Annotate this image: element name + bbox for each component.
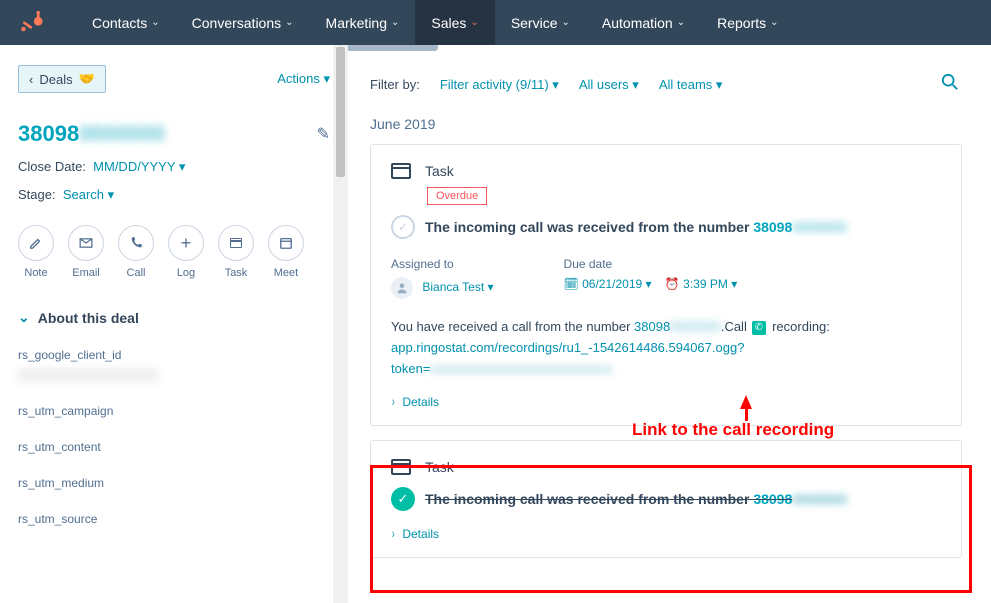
overdue-badge: Overdue — [427, 187, 487, 205]
field-utm-medium: rs_utm_medium — [18, 476, 330, 490]
task-type-label: Task — [425, 459, 454, 475]
task-card-overdue: Task Overdue ✓ The incoming call was rec… — [370, 144, 962, 426]
decorative-bar — [348, 45, 438, 51]
chevron-down-icon: ⌄ — [18, 309, 30, 326]
field-utm-campaign: rs_utm_campaign — [18, 404, 330, 418]
call-badge-icon — [752, 321, 766, 335]
due-date-dropdown[interactable]: 06/21/2019 ▾ — [582, 277, 651, 291]
task-type-icon — [391, 459, 411, 475]
task-title[interactable]: The incoming call was received from the … — [425, 219, 847, 235]
details-toggle[interactable]: › Details — [391, 393, 941, 409]
recording-link[interactable]: app.ringostat.com/recordings/ru1_-154261… — [391, 340, 744, 355]
meet-button[interactable] — [268, 225, 304, 261]
nav-automation[interactable]: Automation⌄ — [586, 0, 701, 45]
log-label: Log — [177, 267, 195, 279]
email-button[interactable] — [68, 225, 104, 261]
handshake-icon: 🤝 — [79, 71, 95, 87]
stage-row: Stage: Search ▾ — [18, 187, 330, 203]
task-body: You have received a call from the number… — [391, 317, 941, 379]
due-date-block: Due date 🗓 06/21/2019 ▾ ⏰ 3:39 PM ▾ — [564, 257, 738, 299]
task-button[interactable] — [218, 225, 254, 261]
clock-icon: ⏰ — [665, 277, 680, 291]
search-icon[interactable] — [941, 73, 959, 96]
left-scrollbar[interactable] — [333, 45, 348, 603]
email-label: Email — [72, 267, 100, 279]
stage-dropdown[interactable]: Search ▾ — [63, 187, 114, 202]
filter-teams-dropdown[interactable]: All teams ▾ — [659, 77, 723, 93]
assigned-to-block: Assigned to Bianca Test ▾ — [391, 257, 494, 299]
left-panel: ‹ Deals 🤝 Actions ▾ 380980000000 ✎ Close… — [0, 45, 348, 603]
nav-service[interactable]: Service⌄ — [495, 0, 586, 45]
log-button[interactable]: + — [168, 225, 204, 261]
chevron-left-icon: ‹ — [29, 72, 33, 87]
call-button[interactable] — [118, 225, 154, 261]
nav-sales[interactable]: Sales⌄ — [415, 0, 494, 45]
filter-by-label: Filter by: — [370, 77, 420, 92]
call-label: Call — [127, 267, 146, 279]
avatar-icon — [391, 277, 413, 299]
month-heading: June 2019 — [370, 116, 989, 132]
assigned-to-dropdown[interactable]: Bianca Test ▾ — [422, 280, 493, 294]
filter-activity-dropdown[interactable]: Filter activity (9/11) ▾ — [440, 77, 559, 93]
filter-users-dropdown[interactable]: All users ▾ — [579, 77, 639, 93]
hubspot-logo — [20, 10, 46, 36]
due-time-dropdown[interactable]: 3:39 PM ▾ — [683, 277, 737, 291]
nav-conversations[interactable]: Conversations⌄ — [176, 0, 310, 45]
task-title-completed[interactable]: The incoming call was received from the … — [425, 491, 847, 507]
task-card-completed: Task ✓ The incoming call was received fr… — [370, 440, 962, 558]
close-date-dropdown[interactable]: MM/DD/YYYY ▾ — [93, 159, 185, 174]
top-nav: Contacts⌄ Conversations⌄ Marketing⌄ Sale… — [0, 0, 991, 45]
actions-dropdown[interactable]: Actions ▾ — [277, 71, 330, 87]
task-checkbox-done[interactable]: ✓ — [391, 487, 415, 511]
note-button[interactable] — [18, 225, 54, 261]
task-checkbox-open[interactable]: ✓ — [391, 215, 415, 239]
edit-pencil-icon[interactable]: ✎ — [317, 124, 330, 144]
main-panel: Filter by: Filter activity (9/11) ▾ All … — [348, 45, 991, 603]
task-label: Task — [225, 267, 248, 279]
about-deal-header[interactable]: ⌄ About this deal — [18, 309, 330, 326]
close-date-row: Close Date: MM/DD/YYYY ▾ — [18, 159, 330, 175]
field-google-client-id: rs_google_client_id — [18, 348, 330, 382]
calendar-icon: 🗓 — [564, 277, 579, 291]
task-type-label: Task — [425, 163, 454, 179]
nav-reports[interactable]: Reports⌄ — [701, 0, 794, 45]
task-type-icon — [391, 163, 411, 179]
nav-marketing[interactable]: Marketing⌄ — [310, 0, 416, 45]
note-label: Note — [24, 267, 47, 279]
field-utm-source: rs_utm_source — [18, 512, 330, 526]
details-toggle[interactable]: › Details — [391, 525, 941, 541]
meet-label: Meet — [274, 267, 298, 279]
deal-phone: 380980000000 — [18, 121, 165, 147]
deals-back-button[interactable]: ‹ Deals 🤝 — [18, 65, 106, 93]
field-utm-content: rs_utm_content — [18, 440, 330, 454]
nav-contacts[interactable]: Contacts⌄ — [76, 0, 176, 45]
